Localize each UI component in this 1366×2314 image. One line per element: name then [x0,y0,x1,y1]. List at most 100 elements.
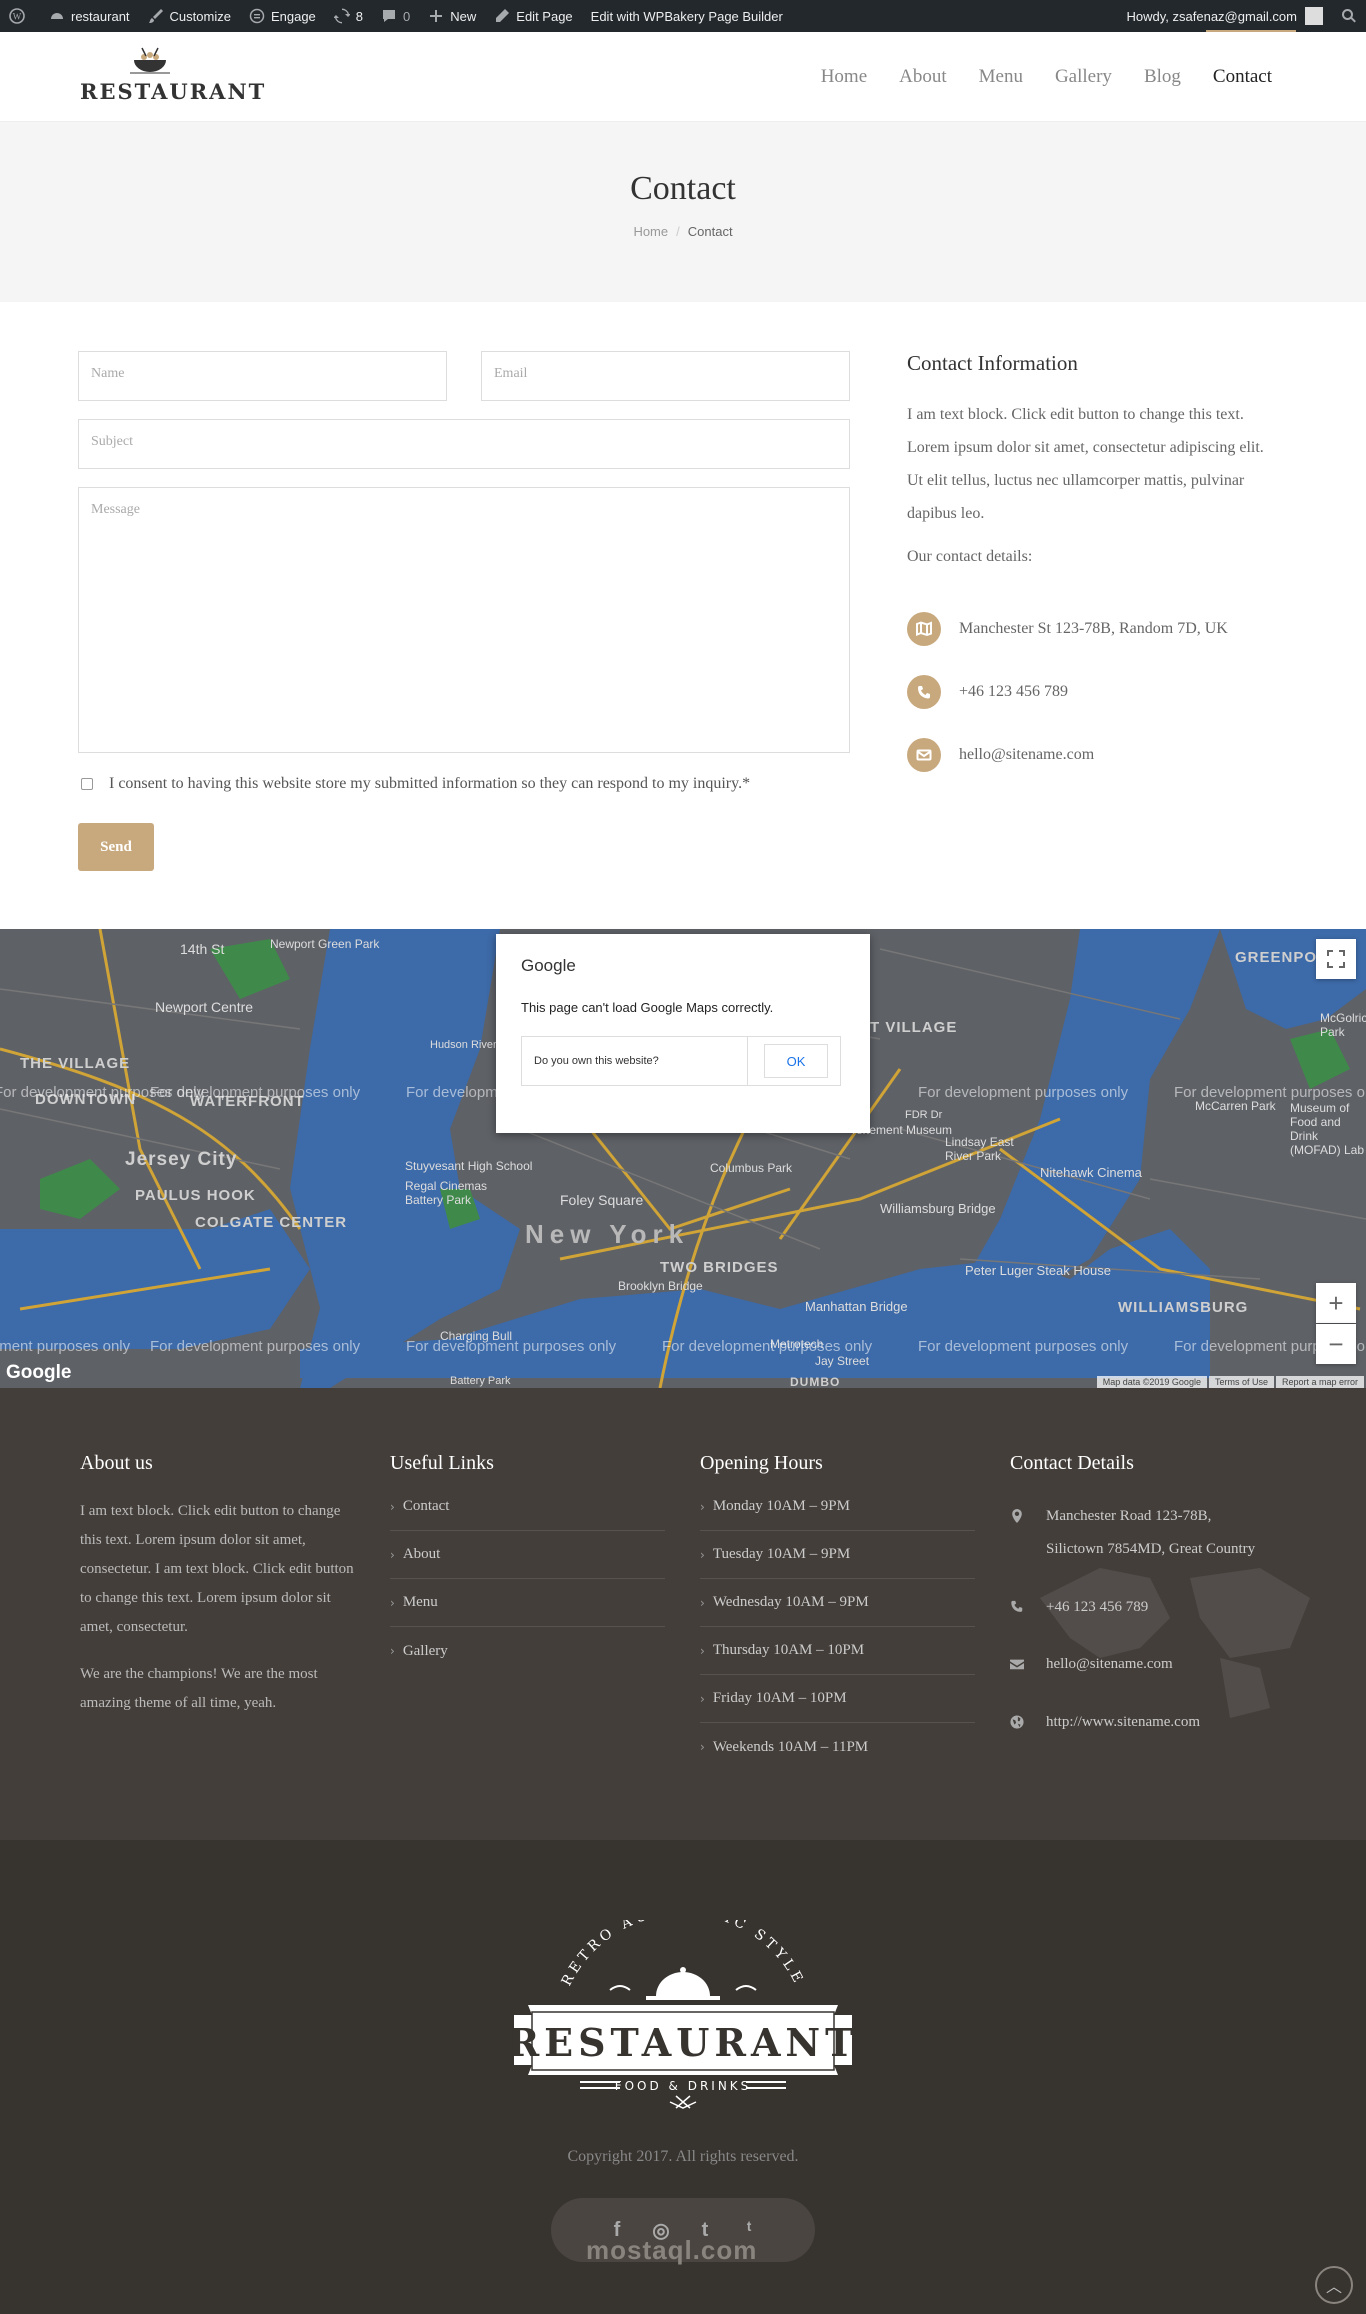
new-content-link[interactable]: New [419,0,485,32]
envelope-icon [1010,1659,1024,1670]
map-label: Museum of Food and Drink (MOFAD) Lab [1290,1101,1365,1157]
site-name-link[interactable]: restaurant [40,0,139,32]
maps-owner-box: Do you own this website? OK [521,1036,841,1086]
globe-icon [1010,1715,1024,1729]
footer-link-label: About [402,1546,441,1562]
admin-bar-right: Howdy, zsafenaz@gmail.com [1118,0,1366,32]
footer-links-heading: Useful Links [390,1452,494,1474]
footer-opening-hours: Opening Hours › Monday 10AM – 9PM › Tuesda… [700,1452,975,1771]
customize-link[interactable]: Customize [139,0,240,32]
ok-button[interactable]: OK [764,1044,828,1078]
updates-count: 8 [355,8,364,24]
zoom-out-button[interactable]: − [1316,1324,1356,1364]
breadcrumb-home[interactable]: Home [633,224,668,239]
footer-link-menu[interactable]: › Menu [390,1579,665,1627]
map-label: THE VILLAGE [20,1055,131,1072]
nav-menu[interactable]: Menu [979,66,1023,88]
message-textarea[interactable]: Message [78,487,850,753]
email-field[interactable]: Email [481,351,850,401]
dev-watermark: For development purposes only [662,1338,873,1355]
page-title: Contact [630,170,736,207]
edit-page-link[interactable]: Edit Page [485,0,581,32]
dashboard-icon [49,8,65,24]
map-label: Jersey City [125,1149,238,1170]
site-logo[interactable]: RESTAURANT [80,46,264,108]
contact-email[interactable]: hello@sitename.com [959,746,1094,764]
updates-link[interactable]: 8 [325,0,372,32]
engage-link[interactable]: Engage [240,0,325,32]
phone-icon [907,675,941,709]
nav-blog[interactable]: Blog [1144,66,1181,88]
own-website-question[interactable]: Do you own this website? [522,1037,748,1085]
footer-about-text: I am text block. Click edit button to ch… [80,1503,354,1635]
terms-link[interactable]: Terms of Use [1208,1376,1274,1388]
footer-link-gallery[interactable]: › Gallery [390,1627,665,1675]
wordpress-logo[interactable]: W [0,0,40,32]
map-label: COLGATE CENTER [195,1214,348,1231]
dev-watermark: For development purposes only [150,1084,361,1101]
hours-row: › Monday 10AM – 9PM [700,1483,975,1531]
comments-link[interactable]: 0 [372,0,419,32]
map-label: Peter Luger Steak House [965,1263,1111,1278]
map-icon [907,612,941,646]
minus-icon: − [1328,1328,1344,1359]
chevron-right-icon: › [700,1740,705,1754]
plus-icon [428,8,444,24]
email-placeholder: Email [494,366,528,381]
map-label: McGolrick Park [1320,1011,1366,1039]
fullscreen-button[interactable] [1316,939,1356,979]
nav-gallery[interactable]: Gallery [1055,66,1112,88]
howdy-label: Howdy, zsafenaz@gmail.com [1126,8,1297,24]
main-nav: Home About Menu Gallery Blog Contact [789,32,1272,122]
account-link[interactable]: Howdy, zsafenaz@gmail.com [1118,0,1332,32]
consent-checkbox[interactable] [81,778,93,790]
envelope-icon [907,738,941,772]
map-label: DUMBO [790,1375,841,1388]
scroll-to-top-button[interactable]: ︿ [1315,2266,1353,2304]
footer-email[interactable]: hello@sitename.com [1046,1648,1173,1681]
hours-row: › Friday 10AM – 10PM [700,1675,975,1723]
map-label: Brooklyn Bridge [618,1279,703,1293]
subject-field[interactable]: Subject [78,419,850,469]
wpbakery-link[interactable]: Edit with WPBakery Page Builder [582,0,792,32]
site-name: restaurant [71,8,130,24]
map-label: Williamsburg Bridge [880,1201,996,1216]
customize-label: Customize [169,8,231,24]
wpbakery-label: Edit with WPBakery Page Builder [590,8,783,24]
footer-email-row: hello@sitename.com [1010,1648,1270,1681]
chevron-right-icon: › [700,1499,705,1514]
footer-link-about[interactable]: › About [390,1531,665,1579]
engage-icon [249,8,265,24]
footer-contact-details: Contact Details [1010,1452,1134,1497]
nav-about[interactable]: About [899,66,947,88]
footer-link-contact[interactable]: › Contact [390,1483,665,1531]
page-title-section: Contact Home / Contact [0,122,1366,302]
send-button[interactable]: Send [78,823,154,871]
admin-search-button[interactable] [1332,0,1366,32]
nav-home[interactable]: Home [821,66,867,88]
map-label: McCarren Park [1195,1099,1276,1113]
hours-label: Monday 10AM – 9PM [712,1498,850,1514]
zoom-in-button[interactable]: + [1316,1283,1356,1323]
footer-hours-heading: Opening Hours [700,1452,823,1474]
report-error-link[interactable]: Report a map error [1275,1376,1364,1388]
google-brand: Google [521,956,576,975]
footer-address-row: Manchester Road 123-78B, Silictown 7854M… [1010,1500,1270,1566]
name-field[interactable]: Name [78,351,447,401]
bowl-logo-icon [130,47,170,74]
map-label: Columbus Park [710,1161,793,1175]
map-label: 14th St [180,941,225,957]
fullscreen-icon [1327,950,1345,968]
map-label: T VILLAGE [870,1019,958,1036]
map-label: Lindsay East River Park [945,1135,1014,1163]
hours-row: › Tuesday 10AM – 9PM [700,1531,975,1579]
nav-contact[interactable]: Contact [1213,66,1272,88]
location-pin-icon [1012,1509,1022,1523]
name-placeholder: Name [91,366,125,381]
dev-watermark: For development purposes only [1174,1084,1366,1101]
footer-website[interactable]: http://www.sitename.com [1046,1706,1200,1739]
dev-watermark: For development purposes only [918,1338,1129,1355]
footer-website-row: http://www.sitename.com [1010,1706,1270,1739]
hours-label: Wednesday 10AM – 9PM [712,1594,869,1610]
site-header: RESTAURANT Home About Menu Gallery Blog … [0,32,1366,122]
